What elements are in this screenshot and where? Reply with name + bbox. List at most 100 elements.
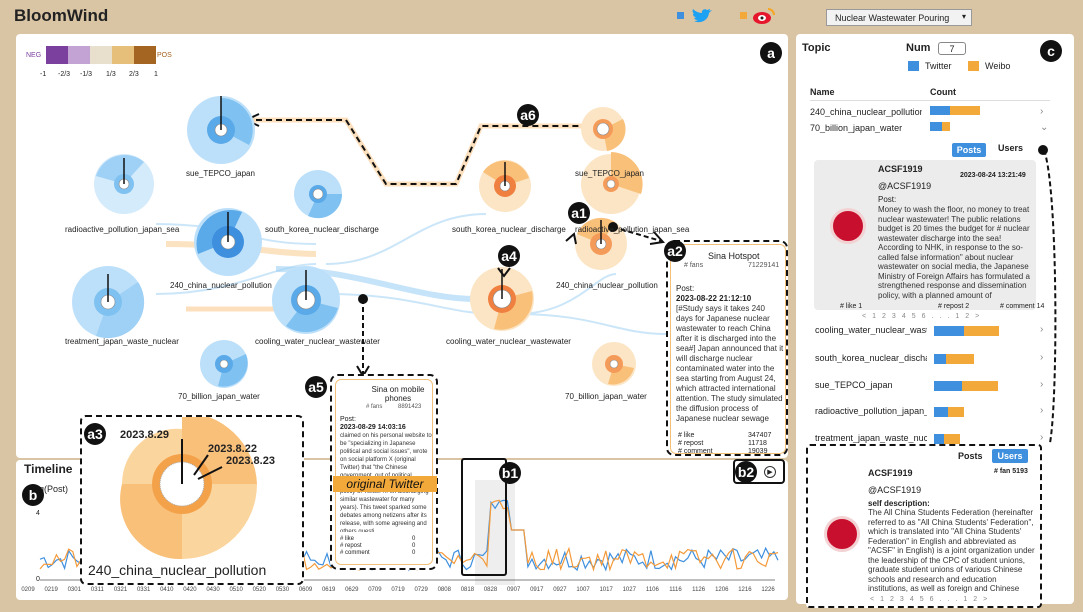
- comment-count: 0: [412, 550, 416, 556]
- fans-label: # fans: [366, 404, 383, 410]
- weibo-bar: [942, 122, 950, 131]
- topic-row[interactable]: 70_billion_japan_water ⌄: [810, 121, 1050, 137]
- user-fans: # fan 5193: [994, 468, 1028, 475]
- topic-label[interactable]: south_korea_nuclear_discharge: [265, 225, 379, 234]
- timeline-tick: 0520: [253, 587, 267, 593]
- post-card[interactable]: ACSF1919 2023-08-24 13:21:49 @ACSF1919 P…: [814, 160, 1036, 310]
- sina-hotspot-card[interactable]: Sina Hotspot # fans 71229141 Post: 2023-…: [666, 240, 788, 456]
- repost-label: # repost: [340, 543, 362, 549]
- zoom-date: 2023.8.22: [208, 443, 257, 455]
- tag-a2: a2: [664, 240, 686, 262]
- topic-label[interactable]: treatment_japan_waste_nuclear: [65, 337, 179, 346]
- timeline-tick: 0808: [438, 587, 452, 593]
- repost-count: 0: [412, 543, 416, 549]
- comment-label: # comment: [340, 550, 370, 556]
- timeline-tick: 0321: [114, 587, 128, 593]
- timeline-tick: 0619: [322, 587, 336, 593]
- timeline-tick: 1206: [715, 587, 729, 593]
- timeline-tick: 0719: [391, 587, 405, 593]
- post-label: Post:: [340, 416, 356, 423]
- chevron-right-icon[interactable]: ⌄: [1040, 122, 1048, 133]
- user-description: The All China Students Federation (herei…: [868, 508, 1035, 593]
- tag-a4: a4: [498, 245, 520, 267]
- tag-a5: a5: [305, 376, 327, 398]
- repost-label: # repost: [678, 440, 704, 447]
- timeline-tick: 0510: [229, 587, 243, 593]
- like-label: # like: [678, 432, 695, 439]
- timeline-tick: 0709: [368, 587, 382, 593]
- topic-label[interactable]: radioactive_pollution_japan_sea: [65, 225, 179, 234]
- user-pager[interactable]: <123456...12>: [870, 596, 993, 603]
- timeline-tick: 0420: [183, 587, 197, 593]
- tag-a6: a6: [517, 104, 539, 126]
- tag-a1: a1: [568, 202, 590, 224]
- topic-label[interactable]: radioactive_pollution_japan_sea: [575, 225, 689, 234]
- twitter-bar: [930, 106, 950, 115]
- app-title: BloomWind: [14, 6, 109, 25]
- zoom-glyph-card: 2023.8.29 2023.8.22 2023.8.23 240_china_…: [80, 415, 304, 585]
- zoom-date: 2023.8.29: [120, 429, 169, 441]
- fans-label: # fans: [684, 262, 704, 269]
- weibo-icon: [753, 8, 775, 24]
- timeline-tick: 0729: [414, 587, 428, 593]
- card-title: Sina Hotspot: [708, 251, 760, 261]
- topic-row[interactable]: south_korea_nuclear_discharge›: [810, 351, 1050, 367]
- post-time: 2023-08-24 13:21:49: [960, 172, 1026, 179]
- topic-label[interactable]: south_korea_nuclear_discharge: [452, 225, 566, 234]
- post-pager[interactable]: <123456...12>: [862, 313, 985, 320]
- timeline-tick: 0927: [553, 587, 567, 593]
- timeline-tick: 0818: [461, 587, 475, 593]
- weibo-bar: [944, 434, 960, 444]
- timeline-tick: 0311: [91, 587, 105, 593]
- user-avatar: [830, 208, 866, 244]
- tag-b2: b2: [735, 461, 757, 483]
- topic-row-name: cooling_water_nuclear_wastewater: [815, 325, 927, 335]
- topic-row[interactable]: cooling_water_nuclear_wastewater›: [810, 323, 1050, 339]
- topic-label[interactable]: 70_billion_japan_water: [565, 392, 647, 401]
- play-icon[interactable]: ▶: [764, 466, 776, 478]
- post-text: [#Study says it takes 240 days for Japan…: [676, 304, 784, 423]
- twitter-icon: [692, 9, 712, 23]
- user-tab-posts[interactable]: Posts: [958, 451, 983, 461]
- post-handle: @ACSF1919: [878, 181, 932, 191]
- tag-a3: a3: [84, 423, 106, 445]
- topic-label[interactable]: 240_china_nuclear_pollution: [556, 281, 658, 290]
- weibo-checkbox[interactable]: [740, 12, 747, 19]
- mobile-post-card[interactable]: Sina on mobile phones # fans 8891423 Pos…: [330, 374, 438, 570]
- twitter-bar: [934, 326, 964, 336]
- timeline-tick: 1126: [692, 587, 706, 593]
- topic-label[interactable]: 240_china_nuclear_pollution: [170, 281, 272, 290]
- tab-posts[interactable]: Posts: [952, 143, 986, 157]
- topic-label[interactable]: cooling_water_nuclear_wastewater: [255, 337, 380, 346]
- timeline-tick: 1027: [623, 587, 637, 593]
- topic-row[interactable]: sue_TEPCO_japan ›: [810, 378, 1050, 394]
- topic-row-name: treatment_japan_waste_nuclear: [815, 433, 927, 443]
- timeline-tick: 0907: [507, 587, 521, 593]
- col-count-header: Count: [930, 87, 956, 97]
- comment-count: 19039: [748, 448, 768, 455]
- user-card[interactable]: Posts Users ACSF1919 # fan 5193 @ACSF191…: [806, 444, 1042, 608]
- col-name-header: Name: [810, 87, 835, 97]
- timeline-tick: 0828: [484, 587, 498, 593]
- topic-label[interactable]: sue_TEPCO_japan: [186, 169, 255, 178]
- twitter-bar: [930, 122, 942, 131]
- topic-label[interactable]: sue_TEPCO_japan: [575, 169, 644, 178]
- weibo-legend-label: Weibo: [985, 61, 1011, 71]
- tab-users[interactable]: Users: [998, 143, 1023, 153]
- timeline-tick: 0301: [68, 587, 82, 593]
- twitter-checkbox[interactable]: [677, 12, 684, 19]
- original-twitter-badge: original Twitter: [333, 476, 437, 492]
- topic-label[interactable]: 70_billion_japan_water: [178, 392, 260, 401]
- repost-count: # repost 2: [938, 303, 970, 310]
- timeline-tick: 1106: [646, 587, 660, 593]
- event-dropdown[interactable]: Nuclear Wastewater Pouring ▾: [826, 9, 972, 26]
- topic-row-name: 70_billion_japan_water: [810, 123, 903, 133]
- topic-row[interactable]: radioactive_pollution_japan_sea›: [810, 404, 1050, 420]
- topic-label[interactable]: cooling_water_nuclear_wastewater: [446, 337, 571, 346]
- twitter-bar: [934, 354, 946, 364]
- user-tab-users[interactable]: Users: [992, 449, 1028, 463]
- topic-row[interactable]: 240_china_nuclear_pollution ›: [810, 105, 1050, 121]
- chevron-right-icon[interactable]: ›: [1040, 106, 1043, 117]
- num-input[interactable]: 7: [938, 42, 966, 55]
- timeline-tick: 1116: [669, 587, 682, 593]
